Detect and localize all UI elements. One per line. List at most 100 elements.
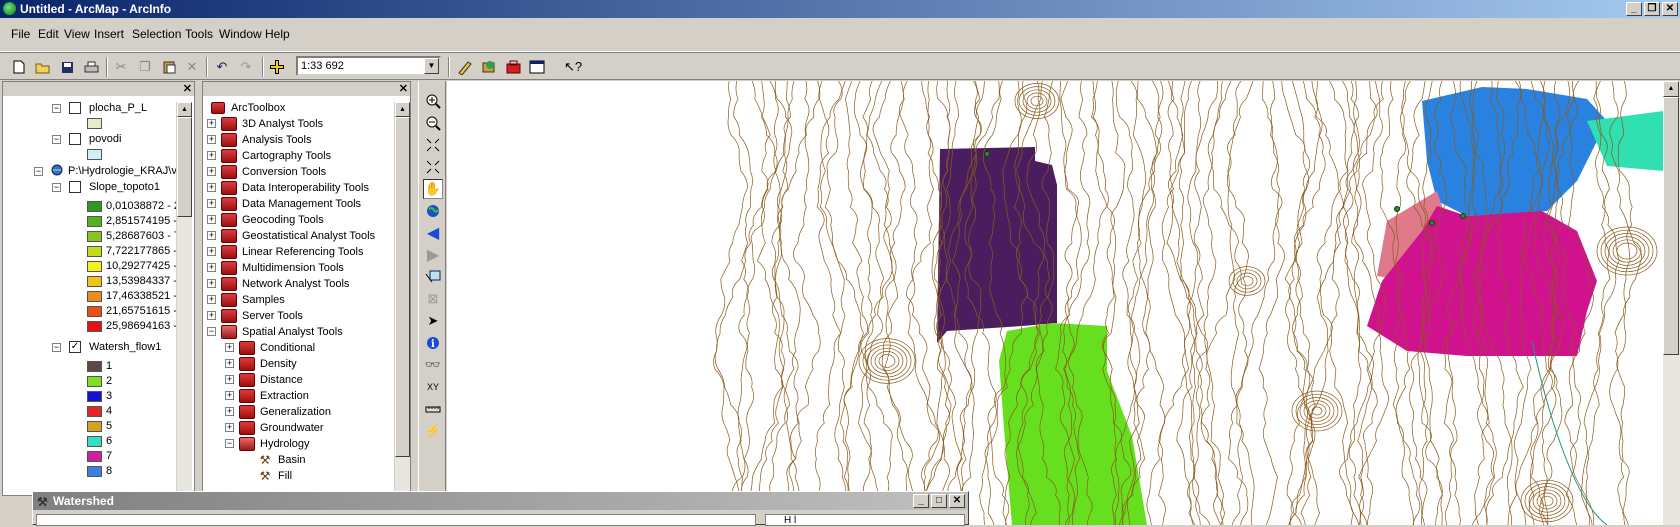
toolbox-root[interactable]: ArcToolbox [231, 100, 285, 116]
copy-icon[interactable]: ❐ [135, 57, 155, 77]
menu-window[interactable]: Window [219, 27, 262, 41]
add-data-icon[interactable] [267, 57, 287, 77]
delete-icon[interactable]: ✕ [182, 57, 202, 77]
scroll-up-icon[interactable]: ▲ [1663, 81, 1679, 97]
layer-name[interactable]: plocha_P_L [89, 100, 147, 116]
go-to-xy-icon[interactable]: XY [423, 377, 443, 397]
menu-edit[interactable]: Edit [38, 27, 59, 41]
zoom-out-icon[interactable] [423, 113, 443, 133]
toolset-item[interactable]: Geocoding Tools [242, 212, 324, 228]
toolset-item[interactable]: 3D Analyst Tools [242, 116, 323, 132]
watershed-titlebar[interactable]: ⚒ Watershed _ □ ✕ [33, 492, 968, 510]
collapse-icon[interactable]: − [52, 183, 61, 192]
toolset-item[interactable]: Analysis Tools [242, 132, 312, 148]
hyperlink-lightning-icon[interactable]: ⚡ [423, 421, 443, 441]
expand-icon[interactable]: + [207, 151, 216, 160]
forward-extent-icon[interactable]: ▶ [423, 245, 443, 265]
select-features-icon[interactable] [423, 267, 443, 287]
toolbox-scrollbar[interactable]: ▲ [394, 102, 410, 495]
arccatalog-icon[interactable] [479, 57, 499, 77]
close-button[interactable]: ✕ [949, 494, 965, 508]
clear-selection-icon[interactable]: ⊠ [423, 289, 443, 309]
expand-icon[interactable]: + [207, 279, 216, 288]
expand-icon[interactable]: + [207, 183, 216, 192]
close-icon[interactable]: ✕ [183, 82, 192, 95]
command-line-icon[interactable] [527, 57, 547, 77]
toolset-item[interactable]: Distance [260, 372, 303, 388]
tool-item[interactable]: Fill [278, 468, 292, 484]
expand-icon[interactable]: + [225, 359, 234, 368]
menu-file[interactable]: File [11, 27, 30, 41]
layer-name[interactable]: Slope_topoto1 [89, 179, 160, 195]
full-extent-globe-icon[interactable] [423, 201, 443, 221]
tool-item[interactable]: Basin [278, 452, 306, 468]
scroll-thumb[interactable] [177, 117, 192, 217]
minimize-button[interactable]: _ [913, 494, 929, 508]
fixed-zoom-out-icon[interactable] [423, 157, 443, 177]
expand-icon[interactable]: + [225, 375, 234, 384]
find-binoculars-icon[interactable]: 👓 [423, 355, 443, 375]
scroll-up-icon[interactable]: ▲ [177, 102, 192, 117]
collapse-icon[interactable]: − [52, 135, 61, 144]
expand-icon[interactable]: + [207, 231, 216, 240]
expand-icon[interactable]: + [225, 343, 234, 352]
toolset-item[interactable]: Spatial Analyst Tools [242, 324, 343, 340]
identify-icon[interactable]: i [423, 333, 443, 353]
map-display[interactable] [447, 81, 1663, 525]
restore-button[interactable]: ❐ [1644, 2, 1660, 16]
toolset-item[interactable]: Multidimension Tools [242, 260, 344, 276]
map-scrollbar[interactable]: ▲ [1663, 81, 1680, 525]
menu-view[interactable]: View [64, 27, 90, 41]
close-button[interactable]: ✕ [1662, 2, 1678, 16]
menu-selection[interactable]: Selection [132, 27, 181, 41]
menu-help[interactable]: Help [265, 27, 290, 41]
toolset-item[interactable]: Conditional [260, 340, 315, 356]
toolset-item[interactable]: Hydrology [260, 436, 310, 452]
collapse-icon[interactable]: − [34, 167, 43, 176]
expand-icon[interactable]: + [225, 391, 234, 400]
fixed-zoom-in-icon[interactable] [423, 135, 443, 155]
toolset-item[interactable]: Density [260, 356, 297, 372]
expand-icon[interactable]: + [207, 311, 216, 320]
open-icon[interactable] [33, 57, 53, 77]
toolset-item[interactable]: Linear Referencing Tools [242, 244, 363, 260]
redo-icon[interactable]: ↷ [236, 57, 256, 77]
scroll-up-icon[interactable]: ▲ [395, 102, 410, 117]
toolset-item[interactable]: Geostatistical Analyst Tools [242, 228, 375, 244]
arctoolbox-icon[interactable] [503, 57, 523, 77]
map-scale-combobox[interactable]: 1:33 692 ▼ [296, 56, 441, 76]
maximize-button[interactable]: □ [931, 494, 947, 508]
expand-icon[interactable]: + [207, 295, 216, 304]
layer-checkbox[interactable] [69, 181, 81, 193]
layer-checkbox[interactable] [69, 133, 81, 145]
expand-icon[interactable]: + [225, 423, 234, 432]
expand-icon[interactable]: + [207, 199, 216, 208]
print-icon[interactable] [81, 57, 101, 77]
toolset-item[interactable]: Data Interoperability Tools [242, 180, 369, 196]
layer-name[interactable]: Watersh_flow1 [89, 339, 161, 355]
scroll-thumb[interactable] [1663, 97, 1679, 355]
toc-scrollbar[interactable]: ▲ [176, 102, 192, 495]
toolset-item[interactable]: Network Analyst Tools [242, 276, 349, 292]
toolset-item[interactable]: Conversion Tools [242, 164, 326, 180]
save-icon[interactable] [57, 57, 77, 77]
cut-icon[interactable]: ✂ [111, 57, 131, 77]
toolset-item[interactable]: Groundwater [260, 420, 324, 436]
expand-icon[interactable]: + [207, 167, 216, 176]
toolset-item[interactable]: Samples [242, 292, 285, 308]
expand-icon[interactable]: − [207, 327, 216, 336]
toolset-item[interactable]: Server Tools [242, 308, 303, 324]
expand-icon[interactable]: + [207, 135, 216, 144]
layer-name[interactable]: povodi [89, 131, 121, 147]
menu-tools[interactable]: Tools [185, 27, 213, 41]
paste-icon[interactable] [159, 57, 179, 77]
toolset-item[interactable]: Cartography Tools [242, 148, 331, 164]
collapse-icon[interactable]: − [52, 104, 61, 113]
chevron-down-icon[interactable]: ▼ [424, 58, 439, 74]
help-pane[interactable]: H l [765, 514, 965, 526]
collapse-icon[interactable]: − [52, 343, 61, 352]
expand-icon[interactable]: − [225, 439, 234, 448]
expand-icon[interactable]: + [207, 119, 216, 128]
expand-icon[interactable]: + [207, 215, 216, 224]
expand-icon[interactable]: + [207, 247, 216, 256]
